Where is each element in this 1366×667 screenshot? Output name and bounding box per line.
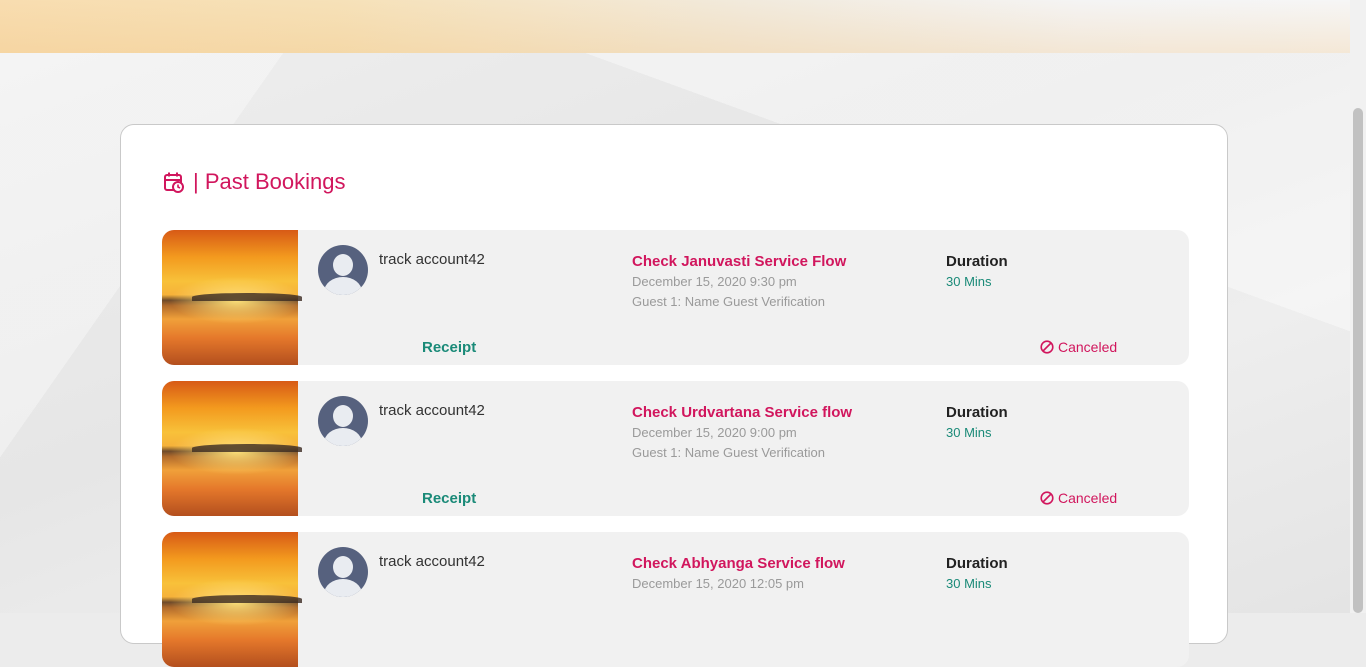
duration-value: 30 Mins <box>946 576 992 591</box>
status-badge: Canceled <box>1040 339 1117 355</box>
booking-card: track account42 Check Abhyanga Service f… <box>162 532 1189 667</box>
scrollbar-thumb[interactable] <box>1353 108 1363 613</box>
service-title: Check Urdvartana Service flow <box>632 404 853 421</box>
service-title: Check Abhyanga Service flow <box>632 555 845 572</box>
booking-date: December 15, 2020 9:00 pm <box>632 425 797 440</box>
scrollbar[interactable] <box>1350 0 1366 613</box>
past-bookings-card: | Past Bookings track account42 Receipt … <box>120 124 1228 667</box>
ban-icon <box>1040 491 1054 505</box>
avatar <box>318 547 368 597</box>
guest-info: Guest 1: Name Guest Verification <box>632 445 825 460</box>
duration-label: Duration <box>946 555 1008 572</box>
avatar <box>318 396 368 446</box>
receipt-link[interactable]: Receipt <box>422 490 476 507</box>
status-text: Canceled <box>1058 490 1118 506</box>
service-thumbnail <box>162 230 302 365</box>
hero-banner <box>0 0 1350 53</box>
status-text: Canceled <box>1058 339 1118 355</box>
booking-date: December 15, 2020 12:05 pm <box>632 576 804 591</box>
user-name: track account42 <box>379 251 485 268</box>
duration-label: Duration <box>946 253 1008 270</box>
avatar <box>318 245 368 295</box>
section-title: | Past Bookings <box>163 167 345 197</box>
duration-value: 30 Mins <box>946 274 992 289</box>
user-name: track account42 <box>379 553 485 570</box>
duration-label: Duration <box>946 404 1008 421</box>
service-title: Check Januvasti Service Flow <box>632 253 847 270</box>
service-thumbnail <box>162 532 302 667</box>
section-title-text: | Past Bookings <box>193 169 346 194</box>
booking-card: track account42 Receipt Check Urdvartana… <box>162 381 1189 516</box>
calendar-clock-icon <box>164 172 184 193</box>
receipt-link[interactable]: Receipt <box>422 339 476 356</box>
booking-card: track account42 Receipt Check Januvasti … <box>162 230 1189 365</box>
booking-date: December 15, 2020 9:30 pm <box>632 274 797 289</box>
duration-value: 30 Mins <box>946 425 992 440</box>
status-badge: Canceled <box>1040 490 1117 506</box>
guest-info: Guest 1: Name Guest Verification <box>632 294 825 309</box>
service-thumbnail <box>162 381 302 516</box>
ban-icon <box>1040 340 1054 354</box>
user-name: track account42 <box>379 402 485 419</box>
